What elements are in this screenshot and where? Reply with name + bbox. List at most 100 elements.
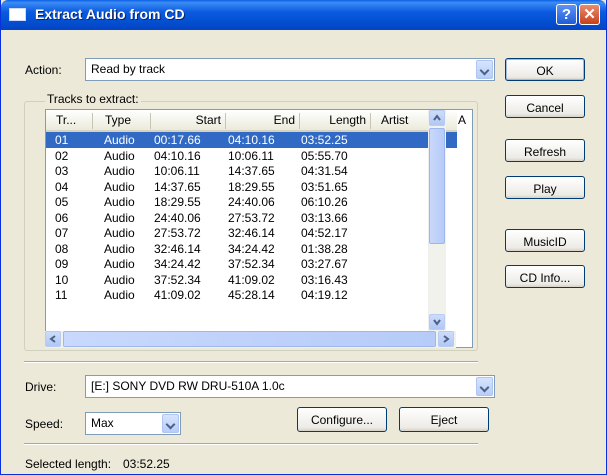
column-header-length[interactable]: Length <box>300 113 371 129</box>
table-row[interactable]: 05 Audio 18:29.55 24:40.06 06:10.26 <box>46 194 457 210</box>
play-button[interactable]: Play <box>505 176 585 199</box>
end-cell: 10:06.11 <box>228 148 274 163</box>
title-bar[interactable]: Extract Audio from CD ? ✕ <box>1 0 606 30</box>
track-number-cell: 10 <box>55 272 69 287</box>
help-button[interactable]: ? <box>556 4 577 25</box>
start-cell: 00:17.66 <box>154 133 201 147</box>
end-cell: 14:37.65 <box>228 164 275 178</box>
musicid-button[interactable]: MusicID <box>505 229 585 252</box>
vertical-scroll-thumb[interactable] <box>429 128 445 244</box>
length-cell: 03:51.65 <box>301 179 348 194</box>
end-cell: 34:24.42 <box>228 241 275 256</box>
action-select[interactable]: Read by track <box>85 58 495 81</box>
table-row[interactable]: 06 Audio 24:40.06 27:53.72 03:13.66 <box>46 210 457 226</box>
type-cell: Audio <box>104 179 135 194</box>
length-cell: 03:13.66 <box>301 210 348 225</box>
length-cell: 04:31.54 <box>301 164 348 178</box>
configure-button[interactable]: Configure... <box>297 407 387 432</box>
track-number-cell: 02 <box>55 148 69 163</box>
start-cell: 04:10.16 <box>154 148 201 163</box>
table-row[interactable]: 03 Audio 10:06.11 14:37.65 04:31.54 <box>46 163 457 179</box>
chevron-down-icon[interactable] <box>162 414 179 433</box>
end-cell: 45:28.14 <box>228 288 275 302</box>
start-cell: 32:46.14 <box>154 241 201 256</box>
table-row[interactable]: 11 Audio 41:09.02 45:28.14 04:19.12 <box>46 287 457 303</box>
track-number-cell: 09 <box>55 257 69 271</box>
start-cell: 10:06.11 <box>154 164 200 178</box>
table-row[interactable]: 10 Audio 37:52.34 41:09.02 03:16.43 <box>46 272 457 288</box>
end-cell: 41:09.02 <box>228 272 275 287</box>
track-number-cell: 01 <box>55 133 69 147</box>
length-cell: 01:38.28 <box>301 241 348 256</box>
start-cell: 24:40.06 <box>154 210 201 225</box>
extract-audio-dialog: Extract Audio from CD ? ✕ Action: Read b… <box>0 0 607 475</box>
drive-select[interactable]: [E:] SONY DVD RW DRU-510A 1.0c <box>85 375 495 398</box>
type-cell: Audio <box>104 133 135 147</box>
length-cell: 03:16.43 <box>301 272 348 287</box>
table-row[interactable]: 04 Audio 14:37.65 18:29.55 03:51.65 <box>46 179 457 195</box>
tracks-list[interactable]: Tr... Type Start End Length Artist A 01 A… <box>45 109 473 348</box>
speed-value: Max <box>91 416 114 430</box>
table-row[interactable]: 08 Audio 32:46.14 34:24.42 01:38.28 <box>46 241 457 257</box>
length-cell: 06:10.26 <box>301 195 348 209</box>
type-cell: Audio <box>104 288 135 302</box>
start-cell: 14:37.65 <box>154 179 201 194</box>
track-number-cell: 04 <box>55 179 69 194</box>
length-cell: 04:19.12 <box>301 288 348 302</box>
end-cell: 27:53.72 <box>228 210 275 225</box>
type-cell: Audio <box>104 210 135 225</box>
track-number-cell: 08 <box>55 241 69 256</box>
type-cell: Audio <box>104 241 135 256</box>
chevron-down-icon[interactable] <box>476 60 493 79</box>
end-cell: 32:46.14 <box>228 226 275 240</box>
scroll-down-icon[interactable] <box>429 314 445 330</box>
column-header-track[interactable]: Tr... <box>46 113 93 129</box>
column-header-type[interactable]: Type <box>93 113 151 129</box>
column-header-album[interactable]: A <box>446 113 472 129</box>
refresh-button[interactable]: Refresh <box>505 139 585 162</box>
selected-length-value: 03:52.25 <box>123 457 170 471</box>
table-row[interactable]: 02 Audio 04:10.16 10:06.11 05:55.70 <box>46 148 457 164</box>
eject-button[interactable]: Eject <box>399 407 489 432</box>
end-cell: 37:52.34 <box>228 257 275 271</box>
horizontal-scrollbar[interactable] <box>45 331 456 348</box>
type-cell: Audio <box>104 272 135 287</box>
cancel-button[interactable]: Cancel <box>505 95 585 118</box>
vertical-scrollbar[interactable] <box>428 110 446 331</box>
table-row[interactable]: 09 Audio 34:24.42 37:52.34 03:27.67 <box>46 256 457 272</box>
start-cell: 41:09.02 <box>154 288 201 302</box>
scroll-up-icon[interactable] <box>429 110 445 126</box>
window-icon <box>9 8 26 21</box>
speed-label: Speed: <box>25 417 64 431</box>
scroll-right-icon[interactable] <box>438 331 454 347</box>
table-row[interactable]: 01 Audio 00:17.66 04:10.16 03:52.25 <box>46 132 457 148</box>
length-cell: 04:52.17 <box>301 226 348 240</box>
horizontal-scroll-thumb[interactable] <box>63 331 436 347</box>
length-cell: 03:52.25 <box>301 133 348 147</box>
start-cell: 27:53.72 <box>154 226 201 240</box>
scroll-left-icon[interactable] <box>45 331 61 347</box>
chevron-down-icon[interactable] <box>476 377 493 396</box>
separator <box>24 443 478 445</box>
track-number-cell: 03 <box>55 164 69 178</box>
cd-info-button[interactable]: CD Info... <box>505 265 585 288</box>
end-cell: 18:29.55 <box>228 179 275 194</box>
start-cell: 34:24.42 <box>154 257 201 271</box>
start-cell: 18:29.55 <box>154 195 201 209</box>
type-cell: Audio <box>104 195 135 209</box>
speed-select[interactable]: Max <box>85 412 181 435</box>
ok-button[interactable]: OK <box>505 58 585 81</box>
column-header-start[interactable]: Start <box>151 113 226 129</box>
track-number-cell: 11 <box>55 288 68 302</box>
type-cell: Audio <box>104 226 135 240</box>
track-number-cell: 06 <box>55 210 69 225</box>
window-title: Extract Audio from CD <box>35 6 185 22</box>
column-header-end[interactable]: End <box>226 113 300 129</box>
close-button[interactable]: ✕ <box>579 4 600 25</box>
drive-value: [E:] SONY DVD RW DRU-510A 1.0c <box>91 379 285 393</box>
separator <box>24 361 478 363</box>
start-cell: 37:52.34 <box>154 272 201 287</box>
table-row[interactable]: 07 Audio 27:53.72 32:46.14 04:52.17 <box>46 225 457 241</box>
length-cell: 05:55.70 <box>301 148 348 163</box>
track-number-cell: 07 <box>55 226 69 240</box>
